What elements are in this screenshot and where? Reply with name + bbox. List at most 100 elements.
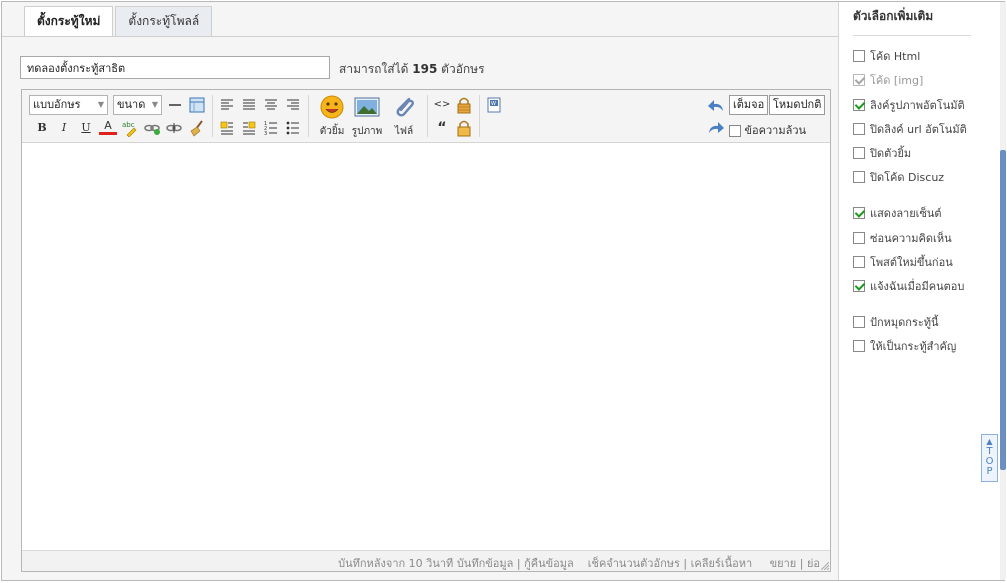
tab-new-poll[interactable]: ตั้งกระทู้โพลล์ <box>115 6 213 36</box>
back-to-top-button[interactable]: ▲ T O P <box>981 434 998 482</box>
page-scrollbar[interactable] <box>1000 2 1006 580</box>
option-item[interactable]: โค้ด Html <box>853 47 920 65</box>
resize-grip-icon[interactable] <box>821 562 829 570</box>
fullscreen-button[interactable]: เต็มจอ <box>729 95 769 115</box>
option-item[interactable]: แสดงลายเซ็นต์ <box>853 204 942 222</box>
ordered-list-icon[interactable]: 123 <box>262 119 280 137</box>
option-checkbox[interactable] <box>853 171 865 183</box>
option-label: โพสต์ใหม่ขึ้นก่อน <box>870 256 953 269</box>
option-label: แจ้งฉันเมื่อมีคนตอบ <box>870 280 965 293</box>
option-label: ให้เป็นกระทู้สำคัญ <box>870 340 957 353</box>
normal-mode-button[interactable]: โหมดปกติ <box>769 95 826 115</box>
emoticon-button[interactable]: ตัวยิ้ม <box>312 94 352 139</box>
attach-file-button[interactable]: ไฟล์ <box>384 94 424 139</box>
option-checkbox[interactable] <box>853 280 865 292</box>
hide-content-lock-icon[interactable] <box>455 96 473 114</box>
option-label: ลิงค์รูปภาพอัตโนมัติ <box>870 99 965 112</box>
svg-text:abc: abc <box>122 121 135 129</box>
option-checkbox[interactable] <box>853 232 865 244</box>
editor-body[interactable] <box>22 143 830 550</box>
option-checkbox[interactable] <box>853 207 865 219</box>
font-family-select[interactable]: แบบอักษร ▼ <box>29 95 108 115</box>
options-sidebar: ตัวเลือกเพิ่มเติม โค้ด Html โค้ด [img] ลิง… <box>840 2 1006 580</box>
link-icon[interactable] <box>143 119 161 137</box>
expand-editor-link[interactable]: ขยาย <box>770 557 797 570</box>
unlink-icon[interactable] <box>165 119 183 137</box>
float-left-icon[interactable] <box>218 119 236 137</box>
clear-format-broom-icon[interactable] <box>188 119 206 137</box>
option-checkbox[interactable] <box>853 50 865 62</box>
align-justify-icon[interactable] <box>240 96 258 114</box>
rich-text-editor: แบบอักษร ▼ ขนาด ▼ B I U A abc 1 2 3 ตัวย… <box>21 89 831 572</box>
undo-arrow-icon[interactable] <box>707 97 725 115</box>
file-label: ไฟล์ <box>394 126 414 137</box>
save-data-link[interactable]: บันทึกข้อมูล <box>457 557 514 570</box>
option-checkbox[interactable] <box>853 123 865 135</box>
font-family-select-label: แบบอักษร <box>33 98 81 111</box>
option-item[interactable]: ซ่อนความคิดเห็น <box>853 229 952 247</box>
smiley-icon <box>320 95 344 119</box>
chevron-down-icon: ▼ <box>151 100 158 109</box>
align-left-icon[interactable] <box>218 96 236 114</box>
option-label: แสดงลายเซ็นต์ <box>870 207 942 220</box>
option-label: ปิดลิงค์ url อัตโนมัติ <box>870 123 967 136</box>
option-checkbox <box>853 74 865 86</box>
check-length-link[interactable]: เช็คจำนวนตัวอักษร <box>588 557 680 570</box>
svg-text:3: 3 <box>264 131 267 137</box>
statusbar-actions: บันทึกหลังจาก 10 วินาที บันทึกข้อมูล | ก… <box>338 554 820 572</box>
subject-input[interactable] <box>20 56 330 79</box>
paste-word-icon[interactable]: W <box>485 96 503 114</box>
highlight-button[interactable]: abc <box>121 119 139 137</box>
plaintext-toggle[interactable]: ข้อความล้วน <box>729 121 806 139</box>
font-color-button[interactable]: A <box>99 118 117 135</box>
italic-button[interactable]: I <box>55 119 73 137</box>
image-icon <box>354 97 380 117</box>
unordered-list-icon[interactable] <box>284 119 302 137</box>
option-item[interactable]: ลิงค์รูปภาพอัตโนมัติ <box>853 96 965 114</box>
redo-arrow-icon[interactable] <box>707 119 725 137</box>
option-label: โค้ด [img] <box>870 74 924 87</box>
insert-image-button[interactable]: รูปภาพ <box>347 94 387 139</box>
autosave-status: บันทึกหลังจาก 10 วินาที <box>338 557 454 570</box>
emoticon-label: ตัวยิ้ม <box>319 126 345 137</box>
option-item[interactable]: ปิดลิงค์ url อัตโนมัติ <box>853 120 967 138</box>
option-label: ซ่อนความคิดเห็น <box>870 232 952 245</box>
plaintext-checkbox[interactable] <box>729 125 741 137</box>
toolbar-separator <box>479 95 480 137</box>
bold-button[interactable]: B <box>33 119 51 137</box>
option-item[interactable]: โพสต์ใหม่ขึ้นก่อน <box>853 253 953 271</box>
toolbar-separator <box>212 95 213 137</box>
table-button[interactable] <box>188 96 206 114</box>
option-label: ปิดตัวยิ้ม <box>870 147 912 160</box>
scrollbar-thumb[interactable] <box>1000 150 1006 470</box>
restore-data-link[interactable]: กู้คืนข้อมูล <box>524 557 574 570</box>
horizontal-rule-button[interactable] <box>166 96 184 114</box>
option-checkbox[interactable] <box>853 316 865 328</box>
editor-toolbar: แบบอักษร ▼ ขนาด ▼ B I U A abc 1 2 3 ตัวย… <box>22 90 830 143</box>
font-size-select[interactable]: ขนาด ▼ <box>113 95 162 115</box>
toolbar-separator <box>308 95 309 137</box>
quote-button[interactable]: “ <box>433 119 451 137</box>
option-item[interactable]: ให้เป็นกระทู้สำคัญ <box>853 337 956 355</box>
option-item[interactable]: ปักหมุดกระทู้นี้ <box>853 313 939 331</box>
char-limit-info: สามารถใส่ได้ 195 ตัวอักษร <box>339 60 485 79</box>
align-center-icon[interactable] <box>262 96 280 114</box>
code-button[interactable]: <> <box>433 96 451 114</box>
shrink-editor-link[interactable]: ย่อ <box>807 557 820 570</box>
clear-content-link[interactable]: เคลียร์เนื้อหา <box>691 557 753 570</box>
option-checkbox[interactable] <box>853 256 865 268</box>
status-separator: | <box>683 557 688 570</box>
option-label: โค้ด Html <box>870 50 921 63</box>
password-lock-icon[interactable] <box>455 119 473 137</box>
underline-button[interactable]: U <box>77 119 95 137</box>
option-checkbox[interactable] <box>853 340 865 352</box>
option-item[interactable]: ปิดโค้ด Discuz <box>853 168 944 186</box>
option-item[interactable]: ปิดตัวยิ้ม <box>853 144 911 162</box>
option-checkbox[interactable] <box>853 99 865 111</box>
float-right-icon[interactable] <box>240 119 258 137</box>
option-checkbox[interactable] <box>853 147 865 159</box>
tab-new-thread[interactable]: ตั้งกระทู้ใหม่ <box>24 6 114 37</box>
option-item[interactable]: แจ้งฉันเมื่อมีคนตอบ <box>853 277 964 295</box>
align-right-icon[interactable] <box>284 96 302 114</box>
top-letter: P <box>986 466 993 477</box>
